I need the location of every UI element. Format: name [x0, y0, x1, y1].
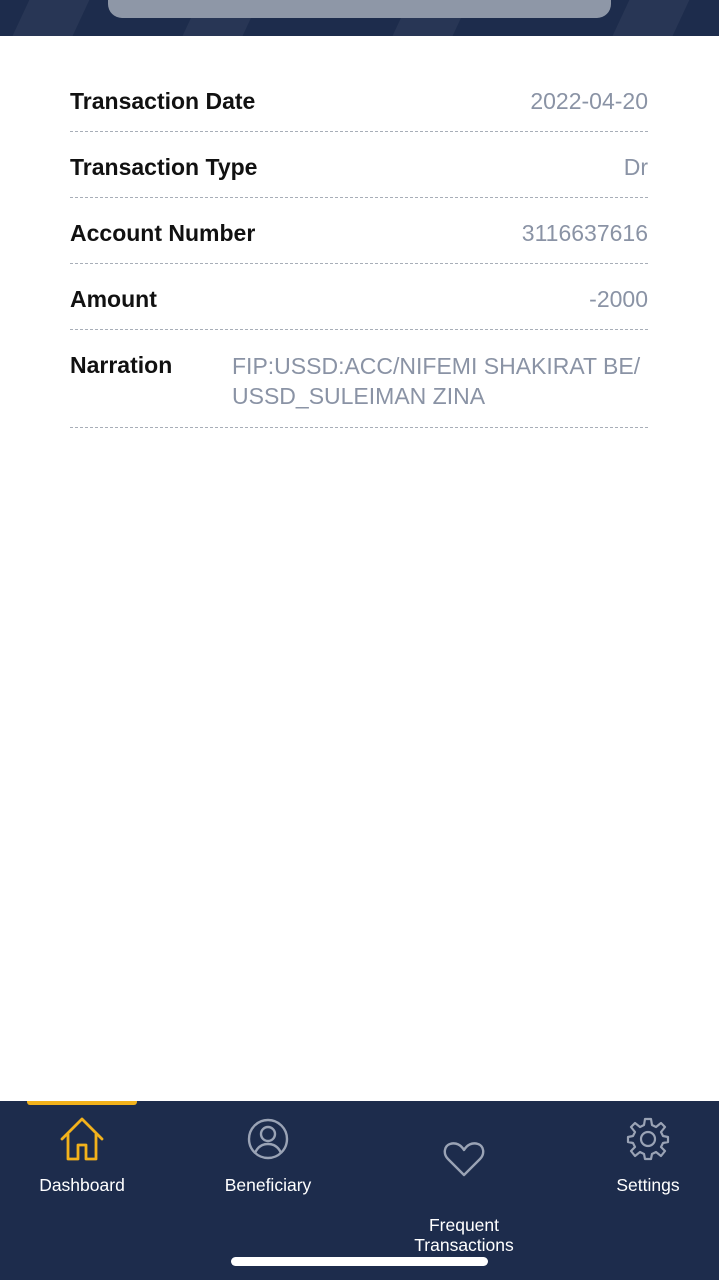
nav-label: Beneficiary: [224, 1175, 312, 1195]
detail-label: Transaction Date: [70, 88, 256, 114]
nav-label: Settings: [616, 1175, 680, 1195]
detail-row-narration: Narration FIP:USSD:ACC/NIFEMI SHAKIRAT B…: [70, 330, 648, 428]
detail-value: FIP:USSD:ACC/NIFEMI SHAKIRAT BE/ USSD_SU…: [232, 353, 641, 409]
header-bar: [0, 0, 719, 36]
nav-label: Dashboard: [39, 1175, 125, 1195]
detail-row-transaction-type: Transaction Type Dr: [70, 132, 648, 198]
header-decoration: [6, 0, 94, 36]
heart-icon: [443, 1142, 485, 1177]
gear-icon: [626, 1117, 670, 1161]
detail-value: -2000: [589, 286, 648, 312]
detail-value: 3116637616: [521, 220, 648, 246]
nav-label: Frequent Transactions: [414, 1215, 514, 1255]
detail-label: Account Number: [70, 220, 256, 246]
detail-row-transaction-date: Transaction Date 2022-04-20: [70, 66, 648, 132]
home-indicator[interactable]: [231, 1257, 488, 1266]
detail-value: Dr: [623, 154, 648, 180]
detail-label: Narration: [70, 352, 173, 378]
detail-row-account-number: Account Number 3116637616: [70, 198, 648, 264]
transaction-details: Transaction Date 2022-04-20 Transaction …: [70, 66, 648, 428]
detail-label: Amount: [70, 286, 157, 312]
home-icon: [60, 1117, 104, 1161]
nav-item-beneficiary[interactable]: Beneficiary: [188, 1115, 348, 1195]
detail-row-amount: Amount -2000: [70, 264, 648, 330]
nav-item-frequent-transactions[interactable]: Frequent Transactions: [384, 1115, 544, 1255]
user-icon: [247, 1118, 289, 1160]
nav-item-settings[interactable]: Settings: [568, 1115, 719, 1195]
active-tab-indicator: [27, 1101, 137, 1105]
header-card: [108, 0, 611, 18]
detail-label: Transaction Type: [70, 154, 258, 180]
header-decoration: [606, 0, 694, 36]
detail-value: 2022-04-20: [530, 88, 648, 114]
bottom-navigation: Dashboard Beneficiary Frequent Transacti…: [0, 1101, 719, 1280]
nav-item-dashboard[interactable]: Dashboard: [2, 1115, 162, 1195]
